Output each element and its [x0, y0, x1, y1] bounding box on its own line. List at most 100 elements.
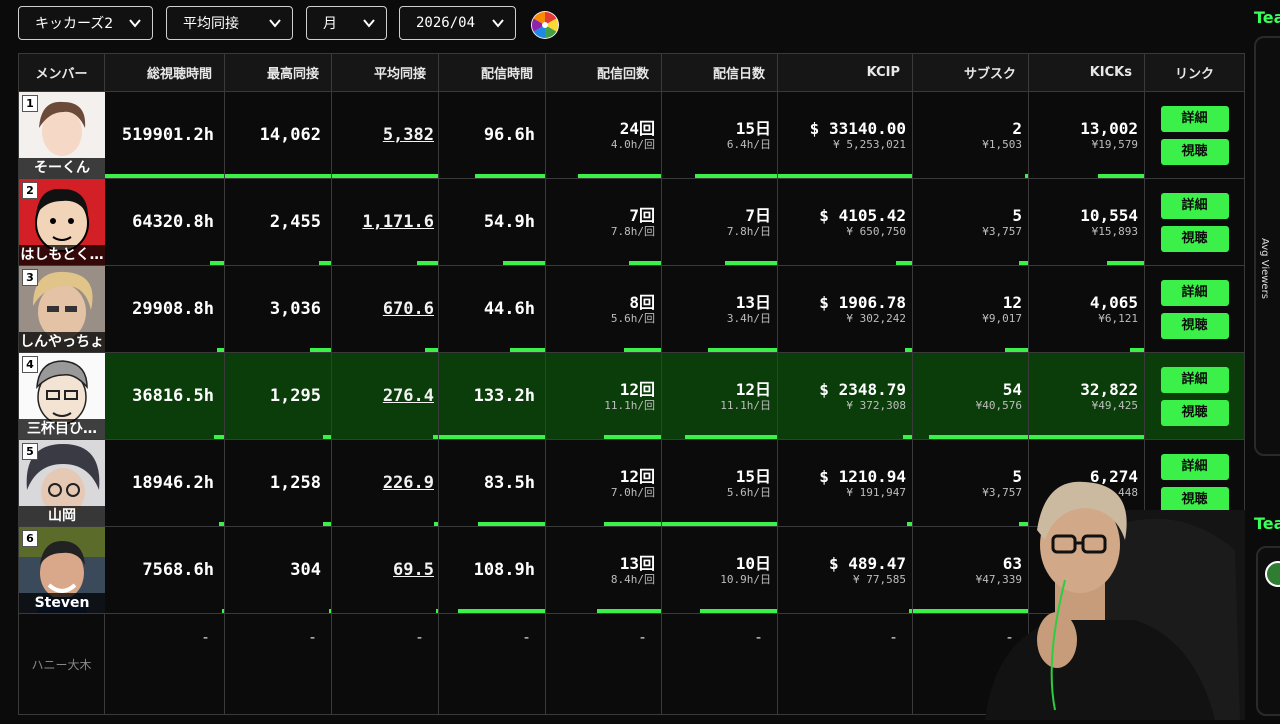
rank-badge: 4 [22, 356, 38, 373]
col-subs[interactable]: サブスク [912, 53, 1029, 92]
avg-value-link[interactable]: 1,171.6 [362, 212, 434, 232]
watch-button[interactable]: 視聴 [1160, 399, 1229, 426]
total-watch-value: 36816.5h [132, 386, 214, 406]
team-heading-bottom: Tea [1254, 514, 1280, 533]
stream-time-value: 108.9h [473, 560, 535, 580]
total-watch-cell: 29908.8h [104, 265, 225, 353]
table-row: 4 三杯目ひ… 36816.5h 1,295 276.4 133.2h 12回 11.1h/回… [18, 352, 1245, 440]
avatar [1265, 561, 1280, 587]
team-select[interactable]: キッカーズ2 [18, 6, 153, 40]
peak-cell: 14,062 [224, 91, 332, 179]
member-cell[interactable]: 3 しんやっちょ [18, 265, 105, 353]
col-total-watch[interactable]: 総視聴時間 [104, 53, 225, 92]
avg-cell[interactable]: 226.9 [331, 439, 439, 527]
detail-button[interactable]: 詳細 [1160, 105, 1229, 132]
roulette-wheel-icon[interactable] [530, 10, 560, 40]
kcip-cell: $ 1210.94 ¥ 191,947 [777, 439, 913, 527]
month-select[interactable]: 2026/04 [399, 6, 516, 40]
col-peak[interactable]: 最高同接 [224, 53, 332, 92]
days-value: 7日 [745, 205, 771, 225]
metric-bar [578, 174, 661, 178]
total-watch-value: 29908.8h [132, 299, 214, 319]
member-name: 山岡 [19, 506, 105, 526]
metric-bar [332, 174, 438, 178]
detail-button[interactable]: 詳細 [1160, 366, 1229, 393]
col-member[interactable]: メンバー [18, 53, 105, 92]
kicks-sub: ¥19,579 [1091, 137, 1138, 151]
avg-cell[interactable]: 69.5 [331, 526, 439, 614]
avg-cell[interactable]: 670.6 [331, 265, 439, 353]
avg-cell[interactable]: 5,382 [331, 91, 439, 179]
avg-cell[interactable]: 276.4 [331, 352, 439, 440]
kicks-cell: 10,554 ¥15,893 [1028, 178, 1145, 266]
watch-button[interactable]: 視聴 [1160, 225, 1229, 252]
avg-value-link[interactable]: 276.4 [383, 386, 434, 406]
metric-bar [1005, 348, 1028, 352]
peak-value: 3,036 [269, 299, 321, 319]
metric-bar [708, 348, 777, 352]
metric-select[interactable]: 平均同接 [166, 6, 293, 40]
kicks-value: 13,002 [1080, 118, 1138, 138]
member-cell[interactable]: 6 Steven [18, 526, 105, 614]
member-name: 三杯目ひ… [19, 419, 105, 439]
kicks-value: 32,822 [1080, 379, 1138, 399]
member-cell[interactable]: 5 山岡 [18, 439, 105, 527]
col-count[interactable]: 配信回数 [545, 53, 662, 92]
detail-button[interactable]: 詳細 [1160, 192, 1229, 219]
col-days[interactable]: 配信日数 [661, 53, 778, 92]
days-sub: 3.4h/日 [726, 311, 771, 325]
count-value: 12回 [619, 379, 655, 399]
col-stream-time[interactable]: 配信時間 [438, 53, 546, 92]
kcip-value: $ 489.47 [828, 553, 906, 573]
period-select[interactable]: 月 [306, 6, 387, 40]
metric-bar [425, 348, 438, 352]
subs-cell: 54 ¥40,576 [912, 352, 1029, 440]
empty-cell: - [224, 613, 332, 715]
count-value: 13回 [619, 553, 655, 573]
count-cell: 12回 7.0h/回 [545, 439, 662, 527]
metric-bar [699, 609, 777, 613]
watch-button[interactable]: 視聴 [1160, 312, 1229, 339]
kcip-value: $ 1210.94 [819, 466, 906, 486]
metric-bar [603, 522, 661, 526]
member-name: Steven [19, 593, 105, 613]
col-kcip[interactable]: KCIP [777, 53, 913, 92]
table-header: メンバー 総視聴時間 最高同接 平均同接 配信時間 配信回数 配信日数 KCIP… [18, 53, 1245, 92]
team-panel-bottom [1256, 546, 1280, 716]
avg-value-link[interactable]: 670.6 [383, 299, 434, 319]
subs-value: 12 [1002, 292, 1022, 312]
watch-button[interactable]: 視聴 [1160, 138, 1229, 165]
metric-bar [209, 261, 224, 265]
avg-value-link[interactable]: 69.5 [393, 560, 434, 580]
metric-bar [1029, 435, 1144, 439]
metric-bar [1098, 174, 1144, 178]
col-avg[interactable]: 平均同接 [331, 53, 439, 92]
kcip-value: $ 2348.79 [819, 379, 906, 399]
empty-cell: - [438, 613, 546, 715]
member-cell[interactable]: 4 三杯目ひ… [18, 352, 105, 440]
metric-bar [458, 609, 545, 613]
metric-bar [902, 435, 912, 439]
metric-bar [214, 435, 224, 439]
stream-time-cell: 83.5h [438, 439, 546, 527]
member-cell[interactable]: 1 そーくん [18, 91, 105, 179]
avg-value-link[interactable]: 226.9 [383, 473, 434, 493]
empty-cell: - [104, 613, 225, 715]
col-kicks[interactable]: KICKs [1028, 53, 1145, 92]
metric-bar [596, 609, 661, 613]
link-cell: 詳細視聴 [1144, 178, 1245, 266]
peak-value: 1,295 [269, 386, 321, 406]
days-cell: 10日 10.9h/日 [661, 526, 778, 614]
metric-bar [432, 435, 438, 439]
member-cell[interactable]: 2 はしもとく… [18, 178, 105, 266]
team-select-value: キッカーズ2 [35, 16, 114, 32]
count-cell: 13回 8.4h/回 [545, 526, 662, 614]
total-watch-value: 519901.2h [121, 125, 214, 145]
chevron-down-icon [491, 16, 505, 30]
metric-bar [624, 348, 661, 352]
avg-value-link[interactable]: 5,382 [383, 125, 434, 145]
detail-button[interactable]: 詳細 [1160, 279, 1229, 306]
kcip-cell: $ 489.47 ¥ 77,585 [777, 526, 913, 614]
avg-cell[interactable]: 1,171.6 [331, 178, 439, 266]
peak-value: 14,062 [259, 125, 321, 145]
